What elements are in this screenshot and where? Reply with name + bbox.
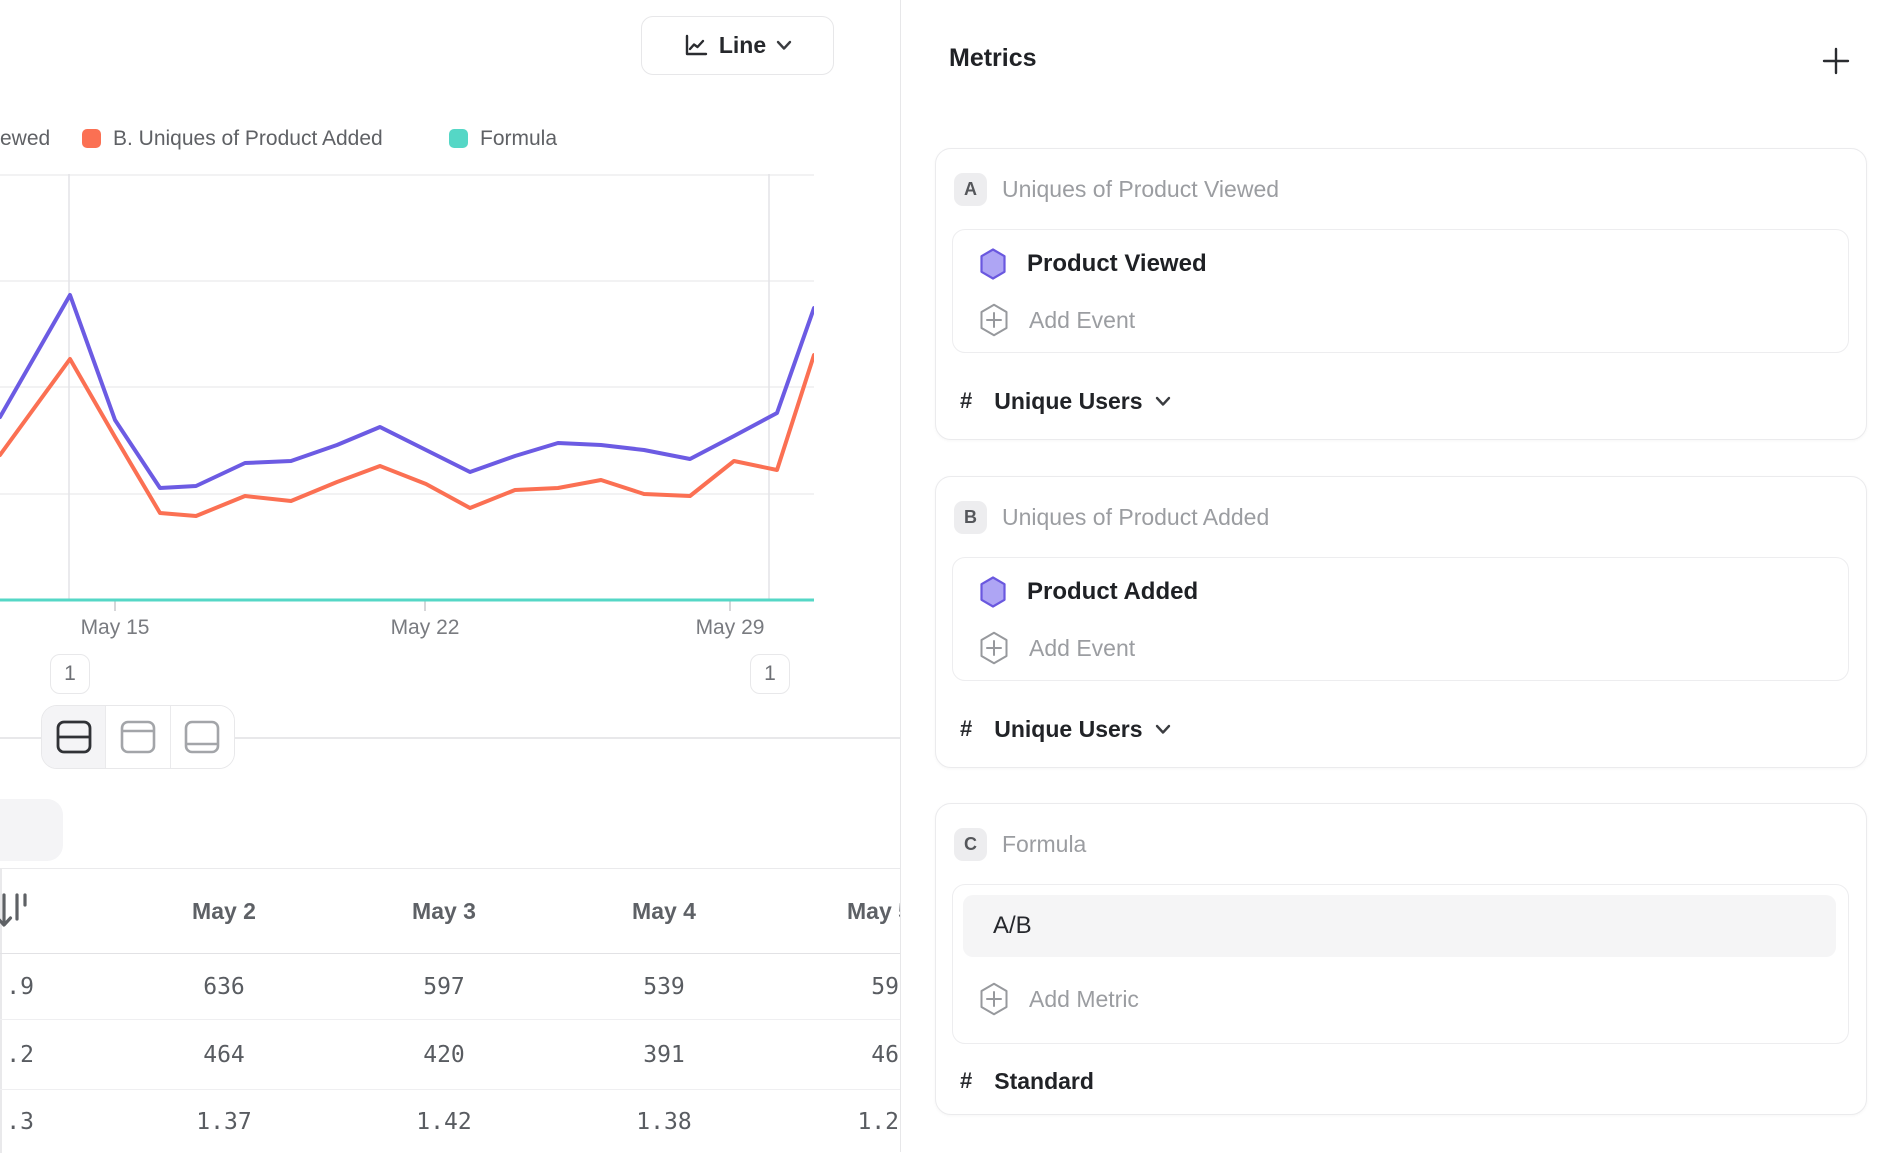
chart-legend: ewed B. Uniques of Product Added Formula: [0, 126, 900, 152]
table-row[interactable]: .9 636 597 539 59: [0, 954, 901, 1020]
formula-expression: A/B: [993, 912, 1032, 940]
x-axis-label: May 15: [81, 616, 150, 640]
column-header-clipped[interactable]: May 5: [847, 869, 901, 953]
metrics-panel: Metrics A Uniques of Product Viewed Prod…: [900, 0, 1898, 1152]
formula-box: A/B Add Metric: [952, 884, 1849, 1044]
metric-title[interactable]: Formula: [1002, 828, 1086, 861]
legend-item-b[interactable]: B. Uniques of Product Added: [113, 127, 383, 151]
table-cell: 597: [334, 954, 554, 1019]
measure-label: Unique Users: [994, 388, 1142, 415]
event-hexagon-icon: [979, 248, 1007, 280]
event-name: Product Viewed: [1027, 250, 1207, 278]
event-hexagon-icon: [979, 576, 1007, 608]
hash-icon: #: [960, 1068, 972, 1094]
series-line-0[interactable]: [0, 295, 814, 488]
split-view-icon: [55, 720, 93, 754]
layout-toggle: [41, 705, 235, 769]
event-name: Product Added: [1027, 578, 1198, 606]
legend-swatch-b: [82, 129, 101, 148]
table-cell-clipped: 59: [779, 954, 899, 1019]
event-row[interactable]: Product Added: [953, 562, 1848, 622]
add-event-label: Add Event: [1029, 307, 1135, 334]
event-row[interactable]: Product Viewed: [953, 234, 1848, 294]
row-frozen-value: .9: [0, 954, 34, 1019]
metric-badge: C: [954, 828, 987, 861]
table-cell: 539: [554, 954, 774, 1019]
layout-split-button[interactable]: [42, 706, 106, 768]
measure-selector[interactable]: # Unique Users: [936, 379, 1866, 423]
x-axis-label: May 29: [696, 616, 765, 640]
row-frozen-value: .3: [0, 1090, 34, 1153]
metric-badge: B: [954, 501, 987, 534]
add-event-row[interactable]: Add Event: [953, 618, 1848, 678]
add-event-label: Add Event: [1029, 635, 1135, 662]
table-cell-clipped: 46: [779, 1020, 899, 1089]
table-tab-truncated[interactable]: [0, 799, 63, 861]
measure-selector[interactable]: # Standard: [936, 1059, 1866, 1103]
measure-label: Unique Users: [994, 716, 1142, 743]
measure-label: Standard: [994, 1068, 1094, 1095]
chevron-down-icon: [776, 40, 792, 51]
hash-icon: #: [960, 388, 972, 414]
add-metric-plus-button[interactable]: [1819, 44, 1853, 78]
row-frozen-value: .2: [0, 1020, 34, 1089]
chart-type-dropdown[interactable]: Line: [641, 16, 834, 75]
add-event-hexagon-plus-icon: [979, 631, 1009, 665]
table-cell: 636: [114, 954, 334, 1019]
chart-region: Line ewed B. Uniques of Product Added Fo…: [0, 0, 900, 1152]
add-metric-label: Add Metric: [1029, 986, 1139, 1013]
metrics-panel-title: Metrics: [949, 44, 1037, 73]
table-cell: 1.38: [554, 1090, 774, 1153]
formula-input[interactable]: A/B: [963, 895, 1836, 957]
table-header-row: May 2 May 3 May 4 May 5: [0, 869, 901, 954]
table-cell-clipped: 1.2: [779, 1090, 899, 1153]
add-event-row[interactable]: Add Event: [953, 290, 1848, 350]
column-header[interactable]: May 3: [334, 869, 554, 953]
top-panel-view-icon: [119, 720, 157, 754]
table-row[interactable]: .3 1.37 1.42 1.38 1.2: [0, 1090, 901, 1153]
annotation-badge[interactable]: 1: [750, 654, 790, 694]
event-box: Product Viewed Add Event: [952, 229, 1849, 353]
add-metric-row[interactable]: Add Metric: [953, 969, 1848, 1029]
legend-item-a-truncated[interactable]: ewed: [0, 127, 50, 151]
annotation-badge[interactable]: 1: [50, 654, 90, 694]
layout-top-panel-button[interactable]: [106, 706, 170, 768]
line-chart-plot[interactable]: [0, 174, 814, 612]
series-line-1[interactable]: [0, 355, 814, 516]
metric-card-c: C Formula A/B Add Metric # Standard: [935, 803, 1867, 1115]
metric-badge: A: [954, 173, 987, 206]
column-header[interactable]: May 2: [114, 869, 334, 953]
legend-swatch-formula: [449, 129, 468, 148]
chart-type-label: Line: [719, 32, 766, 59]
add-event-hexagon-plus-icon: [979, 303, 1009, 337]
metric-title[interactable]: Uniques of Product Viewed: [1002, 173, 1279, 206]
table-cell: 391: [554, 1020, 774, 1089]
metric-card-b: B Uniques of Product Added Product Added…: [935, 476, 1867, 768]
chevron-down-icon: [1155, 724, 1171, 735]
table-cell: 464: [114, 1020, 334, 1089]
add-metric-hexagon-plus-icon: [979, 982, 1009, 1016]
table-cell: 1.37: [114, 1090, 334, 1153]
column-header[interactable]: May 4: [554, 869, 774, 953]
results-table: May 2 May 3 May 4 May 5 .9 636 597 539 5…: [0, 868, 901, 1153]
chevron-down-icon: [1155, 396, 1171, 407]
hash-icon: #: [960, 716, 972, 742]
metric-card-a: A Uniques of Product Viewed Product View…: [935, 148, 1867, 440]
table-cell: 420: [334, 1020, 554, 1089]
sort-descending-icon[interactable]: [0, 889, 36, 938]
metric-title[interactable]: Uniques of Product Added: [1002, 501, 1269, 534]
table-row[interactable]: .2 464 420 391 46: [0, 1020, 901, 1090]
bottom-panel-view-icon: [183, 720, 221, 754]
table-cell: 1.42: [334, 1090, 554, 1153]
line-chart-icon: [683, 33, 709, 59]
layout-bottom-panel-button[interactable]: [171, 706, 234, 768]
event-box: Product Added Add Event: [952, 557, 1849, 681]
plus-icon: [1821, 46, 1851, 76]
measure-selector[interactable]: # Unique Users: [936, 707, 1866, 751]
x-axis-labels: May 15 May 22 May 29: [0, 616, 814, 642]
legend-item-formula[interactable]: Formula: [480, 127, 557, 151]
x-axis-label: May 22: [391, 616, 460, 640]
